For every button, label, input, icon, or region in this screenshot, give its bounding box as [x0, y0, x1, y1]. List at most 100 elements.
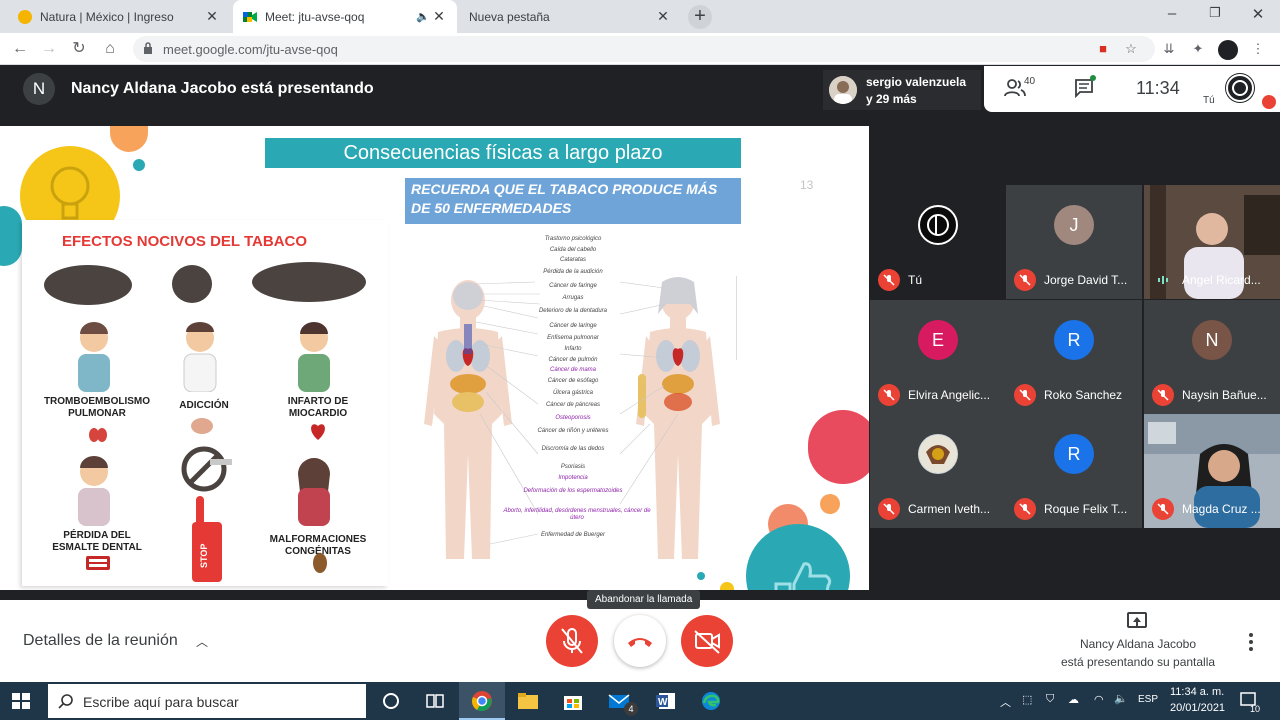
more-options-icon[interactable] — [1246, 632, 1256, 652]
disease-label: Trastorno psicológico — [544, 236, 602, 242]
home-icon[interactable]: ⌂ — [99, 38, 121, 60]
reload-icon[interactable]: ↻ — [68, 38, 90, 60]
participant-tile[interactable]: N Naysin Bañue... — [1144, 300, 1280, 414]
join-notification[interactable]: sergio valenzuela y 29 más — [823, 70, 981, 110]
participant-tile[interactable]: Carmen Iveth... — [870, 414, 1006, 528]
language-indicator[interactable]: ESP — [1138, 694, 1158, 705]
new-tab-button[interactable]: + — [688, 5, 712, 29]
stop-text: STOP — [199, 544, 209, 568]
wifi-icon[interactable]: ◠ — [1094, 693, 1104, 706]
back-icon[interactable]: ← — [9, 38, 31, 60]
address-bar[interactable]: meet.google.com/jtu-avse-qoq ■ ☆ — [133, 36, 1155, 62]
camera-toggle-button[interactable] — [681, 615, 733, 667]
people-icon[interactable] — [1004, 78, 1026, 98]
word-icon[interactable]: W — [655, 691, 677, 711]
mic-muted-icon — [1014, 269, 1036, 291]
person-addiction-icon — [183, 322, 217, 392]
windows-start-icon[interactable] — [12, 693, 30, 709]
restore-icon[interactable]: ❐ — [1200, 5, 1230, 25]
task-view-icon[interactable] — [424, 691, 446, 711]
participant-tile[interactable]: E Elvira Angelic... — [870, 300, 1006, 414]
close-window-icon[interactable]: ✕ — [1243, 5, 1273, 25]
taskbar-search-box[interactable]: Escribe aquí para buscar — [48, 684, 366, 718]
file-explorer-icon[interactable] — [517, 691, 539, 711]
disease-label: Cáncer de pulmón — [548, 357, 598, 363]
decor-dot — [697, 572, 705, 580]
onedrive-icon[interactable]: ☁ — [1068, 693, 1079, 706]
mic-muted-icon — [1014, 498, 1036, 520]
tab-new[interactable]: Nueva pestaña ✕ — [459, 0, 681, 33]
present-screen-icon[interactable] — [1127, 612, 1147, 628]
participant-name: Naysin Bañue... — [1182, 388, 1267, 402]
chrome-taskbar-active[interactable] — [459, 682, 505, 720]
close-tab-icon[interactable]: ✕ — [204, 8, 220, 25]
disease-label: Deformación de los espermatozoides — [523, 488, 623, 494]
mic-toggle-button[interactable] — [546, 615, 598, 667]
cortana-icon[interactable] — [380, 691, 402, 711]
stop-hand-icon: STOP — [192, 496, 222, 582]
decor-dot — [720, 582, 734, 590]
url-text: meet.google.com/jtu-avse-qoq — [163, 42, 338, 57]
puzzle-icon[interactable]: ✦ — [1190, 41, 1206, 57]
meet-tray-icon[interactable]: ⬚ — [1022, 693, 1032, 706]
disease-label: Cáncer de faringe — [549, 283, 597, 289]
joiner-count: y 29 más — [866, 92, 917, 106]
participant-tile[interactable]: Angel Ricard... — [1144, 185, 1280, 299]
tab-title: Meet: jtu-avse-qoq — [265, 9, 365, 24]
self-logo-avatar — [918, 205, 958, 245]
participant-tile[interactable]: R Roko Sanchez — [1006, 300, 1142, 414]
mail-badge: 4 — [624, 702, 638, 716]
profile-avatar[interactable] — [1218, 40, 1238, 60]
tab-natura[interactable]: Natura | México | Ingreso ✕ — [8, 0, 230, 33]
lungs-icon — [89, 428, 107, 442]
forward-icon[interactable]: → — [38, 38, 60, 60]
participant-avatar: J — [1054, 205, 1094, 245]
taskbar-time[interactable]: 11:34 a. m. — [1170, 686, 1224, 698]
self-avatar[interactable] — [1226, 74, 1254, 102]
store-icon[interactable] — [562, 691, 584, 711]
participant-tile[interactable]: R Roque Felix T... — [1006, 414, 1142, 528]
search-placeholder: Escribe aquí para buscar — [83, 694, 239, 710]
thumbs-up-decor — [746, 524, 850, 590]
leave-call-button[interactable] — [614, 615, 666, 667]
menu-dots-icon[interactable]: ⋮ — [1250, 41, 1266, 57]
effect-label: TROMBOEMBOLISMO PULMONAR — [43, 396, 151, 419]
effect-label: INFARTO DE MIOCARDIO — [287, 396, 349, 419]
tray-expand-icon[interactable]: ︿ — [1000, 694, 1011, 710]
presenter-avatar: N — [23, 73, 55, 105]
participant-tile[interactable]: Tú — [870, 185, 1006, 299]
tab-title: Natura | México | Ingreso — [40, 9, 174, 24]
meeting-details-button[interactable]: Detalles de la reunión — [23, 632, 178, 650]
person-pregnant-icon — [298, 458, 330, 526]
camera-blocked-icon[interactable]: ■ — [1095, 41, 1111, 57]
browser-toolbar: ← → ↻ ⌂ meet.google.com/jtu-avse-qoq ■ ☆… — [0, 33, 1280, 65]
mic-muted-icon — [1152, 384, 1174, 406]
minimize-icon[interactable]: – — [1157, 5, 1187, 25]
volume-icon[interactable]: 🔈 — [1114, 692, 1128, 705]
extension-icon[interactable]: ⇊ — [1161, 41, 1177, 57]
effects-title: EFECTOS NOCIVOS DEL TABACO — [62, 233, 308, 250]
participant-tile[interactable]: Magda Cruz ... — [1144, 414, 1280, 528]
disease-label: Osteoporosis — [555, 415, 591, 421]
tab-meet[interactable]: Meet: jtu-avse-qoq 🔈 ✕ — [233, 0, 457, 33]
security-icon[interactable]: ⛉ — [1046, 693, 1054, 706]
close-tab-icon[interactable]: ✕ — [431, 8, 447, 25]
close-tab-icon[interactable]: ✕ — [655, 8, 671, 25]
edge-icon[interactable] — [700, 691, 722, 711]
speaker-icon[interactable]: 🔈 — [415, 10, 431, 23]
bookmark-star-icon[interactable]: ☆ — [1123, 41, 1139, 57]
tab-title: Nueva pestaña — [469, 9, 550, 24]
meeting-clock: 11:34 — [1136, 78, 1180, 98]
fetus-icon — [313, 553, 327, 573]
person-dental-icon — [78, 456, 110, 526]
effects-panel: EFECTOS NOCIVOS DEL TABACO TROMBOEMBOLIS… — [22, 220, 388, 586]
slide-title: Consecuencias físicas a largo plazo — [265, 138, 741, 168]
participant-tile[interactable]: J Jorge David T... — [1006, 185, 1142, 299]
chat-icon[interactable] — [1074, 78, 1094, 98]
effect-label: ADICCIÓN — [179, 400, 229, 411]
chevron-up-icon[interactable]: ︿ — [196, 633, 208, 650]
teeth-icon — [86, 556, 110, 570]
disease-label: Infarto — [564, 346, 582, 352]
hang-up-icon — [628, 638, 652, 647]
taskbar-date[interactable]: 20/01/2021 — [1170, 702, 1225, 714]
